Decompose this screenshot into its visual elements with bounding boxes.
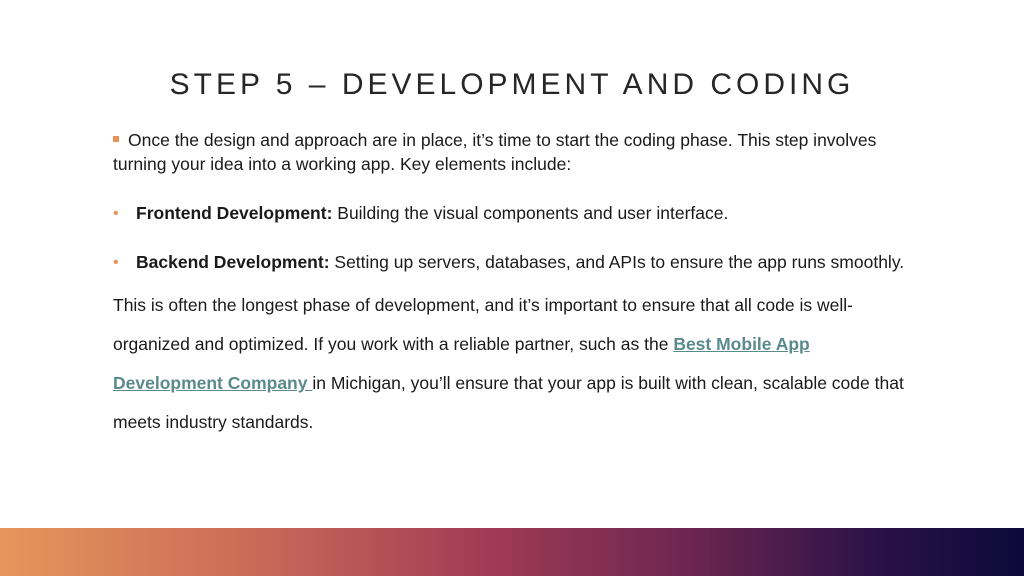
list-item-backend: • Backend Development: Setting up server…	[113, 243, 913, 282]
slide: STEP 5 – DEVELOPMENT AND CODING Once the…	[0, 0, 1024, 576]
dot-bullet-icon: •	[113, 205, 119, 222]
bullet-term: Backend Development:	[136, 252, 330, 272]
slide-content: Once the design and approach are in plac…	[113, 128, 913, 442]
bullet-text: Building the visual components and user …	[332, 203, 729, 223]
footer-gradient-bar	[0, 528, 1024, 576]
bullet-text: Setting up servers, databases, and APIs …	[329, 252, 905, 272]
square-bullet-icon	[113, 136, 119, 142]
dot-bullet-icon: •	[113, 254, 119, 271]
bullet-term: Frontend Development:	[136, 203, 333, 223]
slide-title: STEP 5 – DEVELOPMENT AND CODING	[169, 68, 855, 101]
intro-paragraph: Once the design and approach are in plac…	[113, 128, 913, 176]
list-item-frontend: • Frontend Development: Building the vis…	[113, 194, 913, 233]
intro-text: Once the design and approach are in plac…	[113, 130, 877, 174]
key-elements-list: • Frontend Development: Building the vis…	[113, 194, 913, 282]
closing-paragraph: This is often the longest phase of devel…	[113, 286, 913, 442]
